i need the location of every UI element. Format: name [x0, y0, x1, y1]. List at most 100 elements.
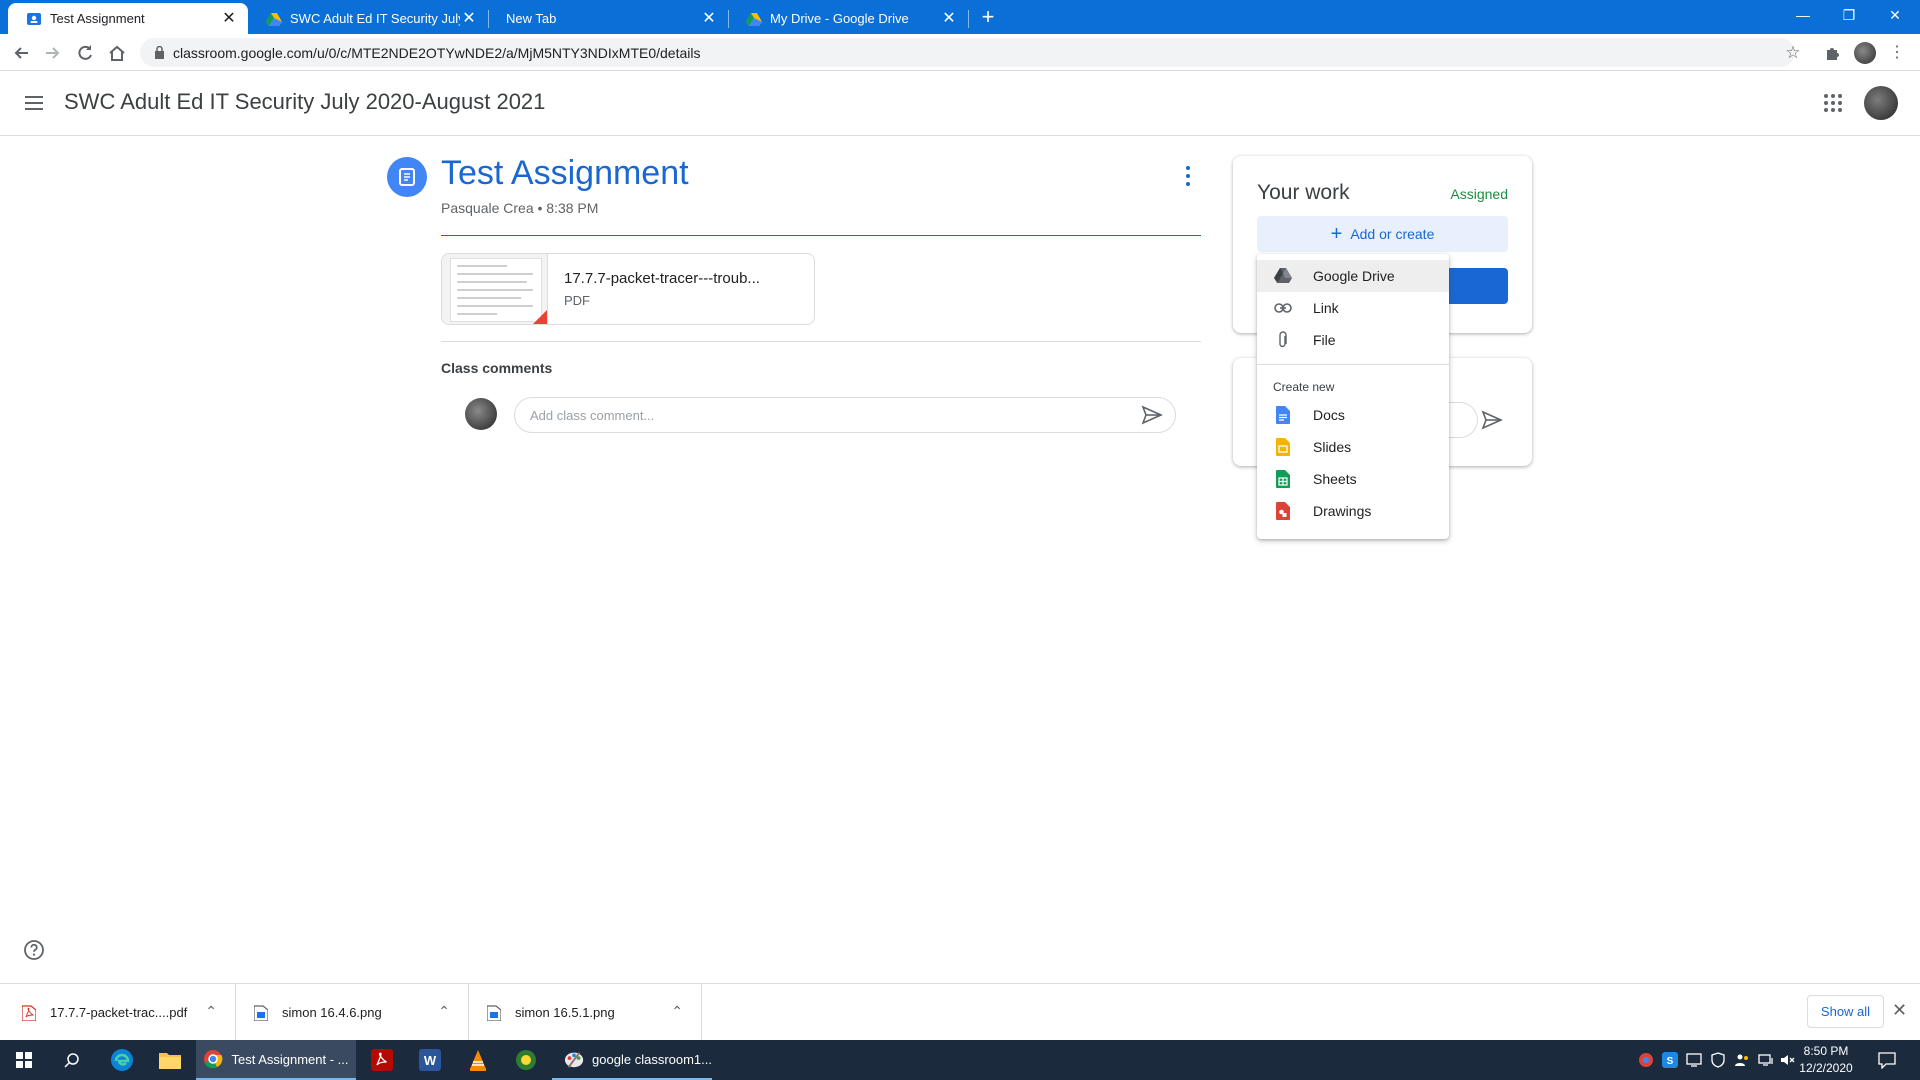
pdf-file-icon [22, 1004, 36, 1021]
star-icon: ☆ [1785, 43, 1801, 62]
classroom-header: SWC Adult Ed IT Security July 2020-Augus… [0, 71, 1920, 136]
system-clock[interactable]: 8:50 PM 12/2/2020 [1796, 1043, 1856, 1077]
close-icon[interactable]: ✕ [1892, 1000, 1907, 1021]
avatar [1854, 42, 1876, 64]
paperclip-icon [1273, 330, 1293, 350]
taskbar-app[interactable] [502, 1040, 550, 1080]
download-name: simon 16.5.1.png [515, 1005, 615, 1020]
taskbar-chrome[interactable]: Test Assignment - ... [196, 1040, 356, 1080]
vlc-icon [470, 1050, 486, 1071]
search-icon [64, 1053, 79, 1068]
google-drive-icon [1273, 266, 1293, 286]
attachment-name: 17.7.7-packet-tracer---troub... [564, 270, 760, 287]
your-work-title: Your work [1257, 181, 1350, 204]
close-tab-icon[interactable]: ✕ [940, 10, 958, 27]
volume-muted-icon[interactable] [1780, 1052, 1796, 1068]
back-button[interactable] [8, 40, 34, 66]
pdf-corner-icon [531, 310, 547, 324]
taskbar-file-explorer[interactable] [146, 1040, 194, 1080]
shield-tray-icon[interactable] [1710, 1052, 1726, 1068]
image-file-icon [487, 1004, 501, 1021]
close-window-icon[interactable]: ✕ [1872, 0, 1918, 30]
display-tray-icon[interactable] [1686, 1052, 1702, 1068]
class-comments-label: Class comments [441, 360, 553, 376]
attachment-card[interactable]: 17.7.7-packet-tracer---troub... PDF [441, 253, 815, 325]
close-tab-icon[interactable]: ✕ [460, 10, 478, 27]
profile-button[interactable] [1852, 40, 1878, 66]
classroom-favicon-icon [266, 12, 282, 26]
menu-item-docs[interactable]: Docs [1257, 399, 1449, 431]
account-avatar[interactable] [1864, 86, 1898, 120]
send-icon[interactable] [1141, 404, 1163, 426]
send-icon[interactable] [1481, 409, 1503, 431]
forward-button[interactable] [40, 40, 66, 66]
more-options-button[interactable] [1180, 164, 1196, 188]
close-tab-icon[interactable]: ✕ [220, 10, 238, 27]
show-all-button[interactable]: Show all [1807, 995, 1884, 1028]
class-comment-input[interactable] [514, 397, 1176, 433]
attachment-type: PDF [564, 293, 590, 308]
acrobat-icon [371, 1049, 393, 1071]
tab-my-drive[interactable]: My Drive - Google Drive ✕ [728, 3, 968, 34]
notifications-icon[interactable] [1878, 1051, 1896, 1069]
class-title[interactable]: SWC Adult Ed IT Security July 2020-Augus… [64, 89, 545, 115]
start-button[interactable] [0, 1040, 48, 1080]
chrome-tray-icon[interactable] [1638, 1052, 1654, 1068]
new-tab-button[interactable]: + [976, 5, 1000, 29]
menu-item-file[interactable]: File [1257, 324, 1449, 356]
google-apps-icon[interactable] [1821, 91, 1845, 115]
tab-test-assignment[interactable]: Test Assignment ✕ [8, 3, 248, 34]
download-item[interactable]: simon 16.5.1.png ⌃ [469, 984, 702, 1041]
taskbar-acrobat[interactable] [358, 1040, 406, 1080]
kebab-menu-icon: ⋮ [1889, 44, 1905, 61]
people-tray-icon[interactable] [1734, 1052, 1750, 1068]
tab-swc-class[interactable]: SWC Adult Ed IT Security July 202 ✕ [248, 3, 488, 34]
menu-item-drawings[interactable]: Drawings [1257, 495, 1449, 527]
minimize-icon[interactable]: — [1780, 0, 1826, 30]
help-icon[interactable] [23, 939, 45, 961]
tab-title: New Tab [506, 11, 557, 26]
taskbar-paint[interactable]: google classroom1... [552, 1040, 712, 1080]
status-badge: Assigned [1450, 186, 1508, 202]
bookmark-star-button[interactable]: ☆ [1780, 40, 1806, 66]
chevron-up-icon[interactable]: ⌃ [205, 1003, 217, 1020]
download-shelf: 17.7.7-packet-trac....pdf ⌃ simon 16.4.6… [0, 983, 1920, 1041]
url-text: classroom.google.com/u/0/c/MTE2NDE2OTYwN… [173, 44, 701, 61]
reload-button[interactable] [72, 40, 98, 66]
taskbar-word[interactable]: W [406, 1040, 454, 1080]
menu-item-link[interactable]: Link [1257, 292, 1449, 324]
menu-item-google-drive[interactable]: Google Drive [1257, 260, 1449, 292]
image-file-icon [254, 1004, 268, 1021]
lock-icon [155, 46, 164, 59]
download-item[interactable]: simon 16.4.6.png ⌃ [236, 984, 469, 1041]
download-item[interactable]: 17.7.7-packet-trac....pdf ⌃ [0, 984, 236, 1041]
chrome-menu-button[interactable]: ⋮ [1884, 40, 1910, 66]
close-tab-icon[interactable]: ✕ [700, 10, 718, 27]
chevron-up-icon[interactable]: ⌃ [671, 1003, 683, 1020]
restore-icon[interactable]: ❐ [1826, 0, 1872, 30]
network-tray-icon[interactable] [1758, 1052, 1774, 1068]
taskbar-vlc[interactable] [454, 1040, 502, 1080]
folder-icon [159, 1053, 181, 1069]
hamburger-menu-icon[interactable] [22, 91, 46, 115]
skype-tray-icon[interactable]: S [1662, 1052, 1678, 1068]
tab-separator [968, 10, 969, 28]
add-or-create-button[interactable]: + Add or create [1257, 216, 1508, 252]
menu-item-sheets[interactable]: Sheets [1257, 463, 1449, 495]
assignment-title: Test Assignment [441, 154, 689, 192]
menu-item-slides[interactable]: Slides [1257, 431, 1449, 463]
chevron-up-icon[interactable]: ⌃ [438, 1003, 450, 1020]
search-button[interactable] [48, 1040, 96, 1080]
home-button[interactable] [104, 40, 130, 66]
chrome-icon [204, 1050, 223, 1069]
taskbar-edge[interactable] [98, 1040, 146, 1080]
menu-item-label: Google Drive [1313, 268, 1395, 284]
add-or-create-label: Add or create [1350, 226, 1435, 242]
browser-tab-strip: Test Assignment ✕ SWC Adult Ed IT Securi… [0, 0, 1920, 34]
address-bar[interactable]: classroom.google.com/u/0/c/MTE2NDE2OTYwN… [140, 38, 1795, 67]
extensions-button[interactable] [1820, 40, 1846, 66]
tab-new-tab[interactable]: New Tab ✕ [488, 3, 728, 34]
svg-text:S: S [1667, 1056, 1674, 1067]
reload-icon [78, 45, 92, 60]
title-divider [441, 235, 1201, 236]
